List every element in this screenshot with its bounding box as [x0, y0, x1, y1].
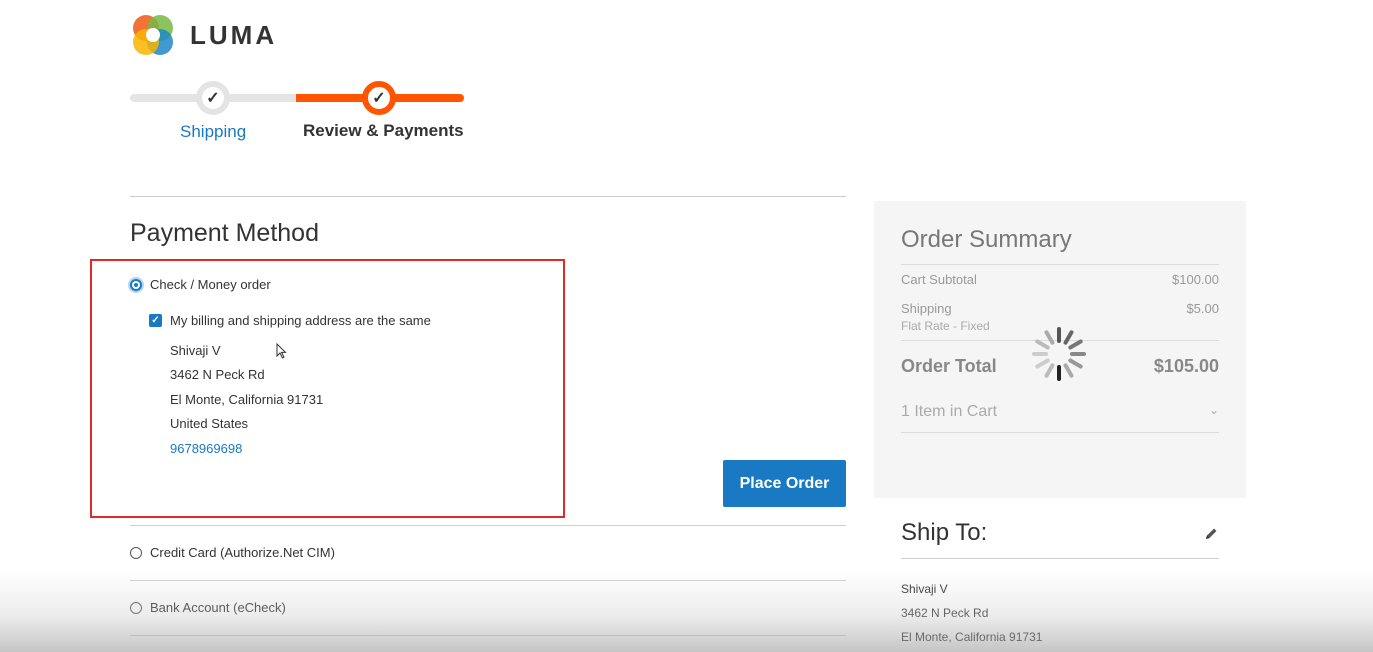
divider: [901, 264, 1219, 265]
checkmark-icon: ✓: [369, 88, 389, 108]
brand-name: LUMA: [190, 19, 278, 50]
cart-subtotal-label: Cart Subtotal: [901, 272, 977, 287]
divider: [130, 635, 846, 636]
shipping-method: Flat Rate - Fixed: [901, 319, 990, 333]
ship-to-name: Shivaji V: [901, 582, 948, 596]
shipping-label: Shipping: [901, 301, 952, 316]
billing-city: El Monte, California 91731: [170, 392, 324, 407]
radio-echeck[interactable]: [130, 601, 142, 614]
billing-phone-link[interactable]: 9678969698: [170, 441, 242, 456]
step-review-marker: ✓: [362, 81, 396, 115]
payment-option-echeck[interactable]: Bank Account (eCheck): [130, 600, 286, 615]
payment-option-checkmo[interactable]: Check / Money order: [130, 277, 271, 292]
order-total-label: Order Total: [901, 356, 997, 376]
highlight-box: [90, 259, 565, 518]
order-total-value: $105.00: [1153, 356, 1219, 376]
shipping-value: $5.00: [1186, 301, 1219, 316]
ship-to-title: Ship To:: [901, 519, 988, 546]
step-review-label: Review & Payments: [303, 121, 464, 140]
same-address-option[interactable]: ✓ My billing and shipping address are th…: [149, 313, 431, 328]
payment-option-creditcard[interactable]: Credit Card (Authorize.Net CIM): [130, 545, 335, 560]
checkout-progress: ✓ ✓ Shipping Review & Payments: [130, 78, 470, 148]
step-shipping-marker[interactable]: ✓: [196, 81, 230, 115]
cart-subtotal-value: $100.00: [1172, 272, 1219, 287]
payment-method-title: Payment Method: [130, 219, 319, 247]
ship-to-street: 3462 N Peck Rd: [901, 606, 989, 620]
divider: [130, 196, 846, 197]
divider: [901, 558, 1219, 559]
luma-logo[interactable]: LUMA: [130, 12, 277, 58]
pencil-icon[interactable]: [1203, 526, 1219, 542]
shipping-row: Shipping $5.00: [901, 301, 1219, 316]
order-summary-title: Order Summary: [901, 226, 1072, 253]
divider: [130, 525, 846, 526]
items-in-cart-toggle[interactable]: 1 Item in Cart ⌄: [901, 403, 1219, 421]
payment-option-label: Bank Account (eCheck): [150, 600, 286, 615]
step-shipping-link[interactable]: Shipping: [180, 122, 246, 142]
radio-creditcard[interactable]: [130, 546, 142, 559]
checkmark-icon: ✓: [203, 88, 223, 108]
place-order-button[interactable]: Place Order: [723, 460, 846, 507]
divider: [901, 432, 1219, 433]
payment-option-label: Credit Card (Authorize.Net CIM): [150, 545, 335, 560]
order-summary-panel: Order Summary Cart Subtotal $100.00 Ship…: [874, 201, 1246, 498]
billing-country: United States: [170, 416, 249, 431]
chevron-down-icon: ⌄: [1208, 403, 1219, 417]
ship-to-city: El Monte, California 91731: [901, 630, 1043, 644]
billing-name: Shivaji V: [170, 343, 221, 358]
payment-option-label: Check / Money order: [150, 277, 271, 292]
billing-street: 3462 N Peck Rd: [170, 367, 265, 382]
mouse-cursor-icon: [276, 343, 287, 359]
same-address-label: My billing and shipping address are the …: [170, 313, 431, 328]
items-in-cart-label: 1 Item in Cart: [901, 403, 998, 420]
radio-checkmo[interactable]: [130, 278, 142, 291]
loading-spinner-icon: [1032, 327, 1086, 381]
luma-logo-icon: [133, 15, 173, 55]
cart-subtotal-row: Cart Subtotal $100.00: [901, 272, 1219, 287]
same-address-checkbox[interactable]: ✓: [149, 314, 162, 327]
divider: [130, 580, 846, 581]
